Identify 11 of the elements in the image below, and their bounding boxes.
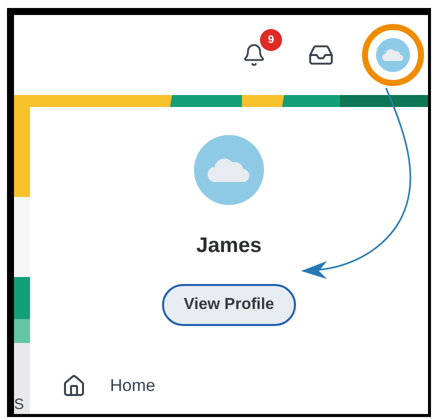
bell-icon	[242, 43, 266, 67]
notifications-button[interactable]	[242, 43, 266, 67]
menu-label: Home	[110, 376, 156, 396]
cut-off-text: S	[14, 397, 30, 414]
home-icon	[62, 374, 86, 398]
notification-count: 9	[260, 29, 282, 51]
cloud-icon	[382, 48, 404, 62]
cloud-icon	[207, 158, 251, 182]
menu-item[interactable]: Home	[30, 374, 428, 398]
view-profile-button[interactable]: View Profile	[162, 284, 296, 326]
user-name: James	[196, 234, 262, 258]
